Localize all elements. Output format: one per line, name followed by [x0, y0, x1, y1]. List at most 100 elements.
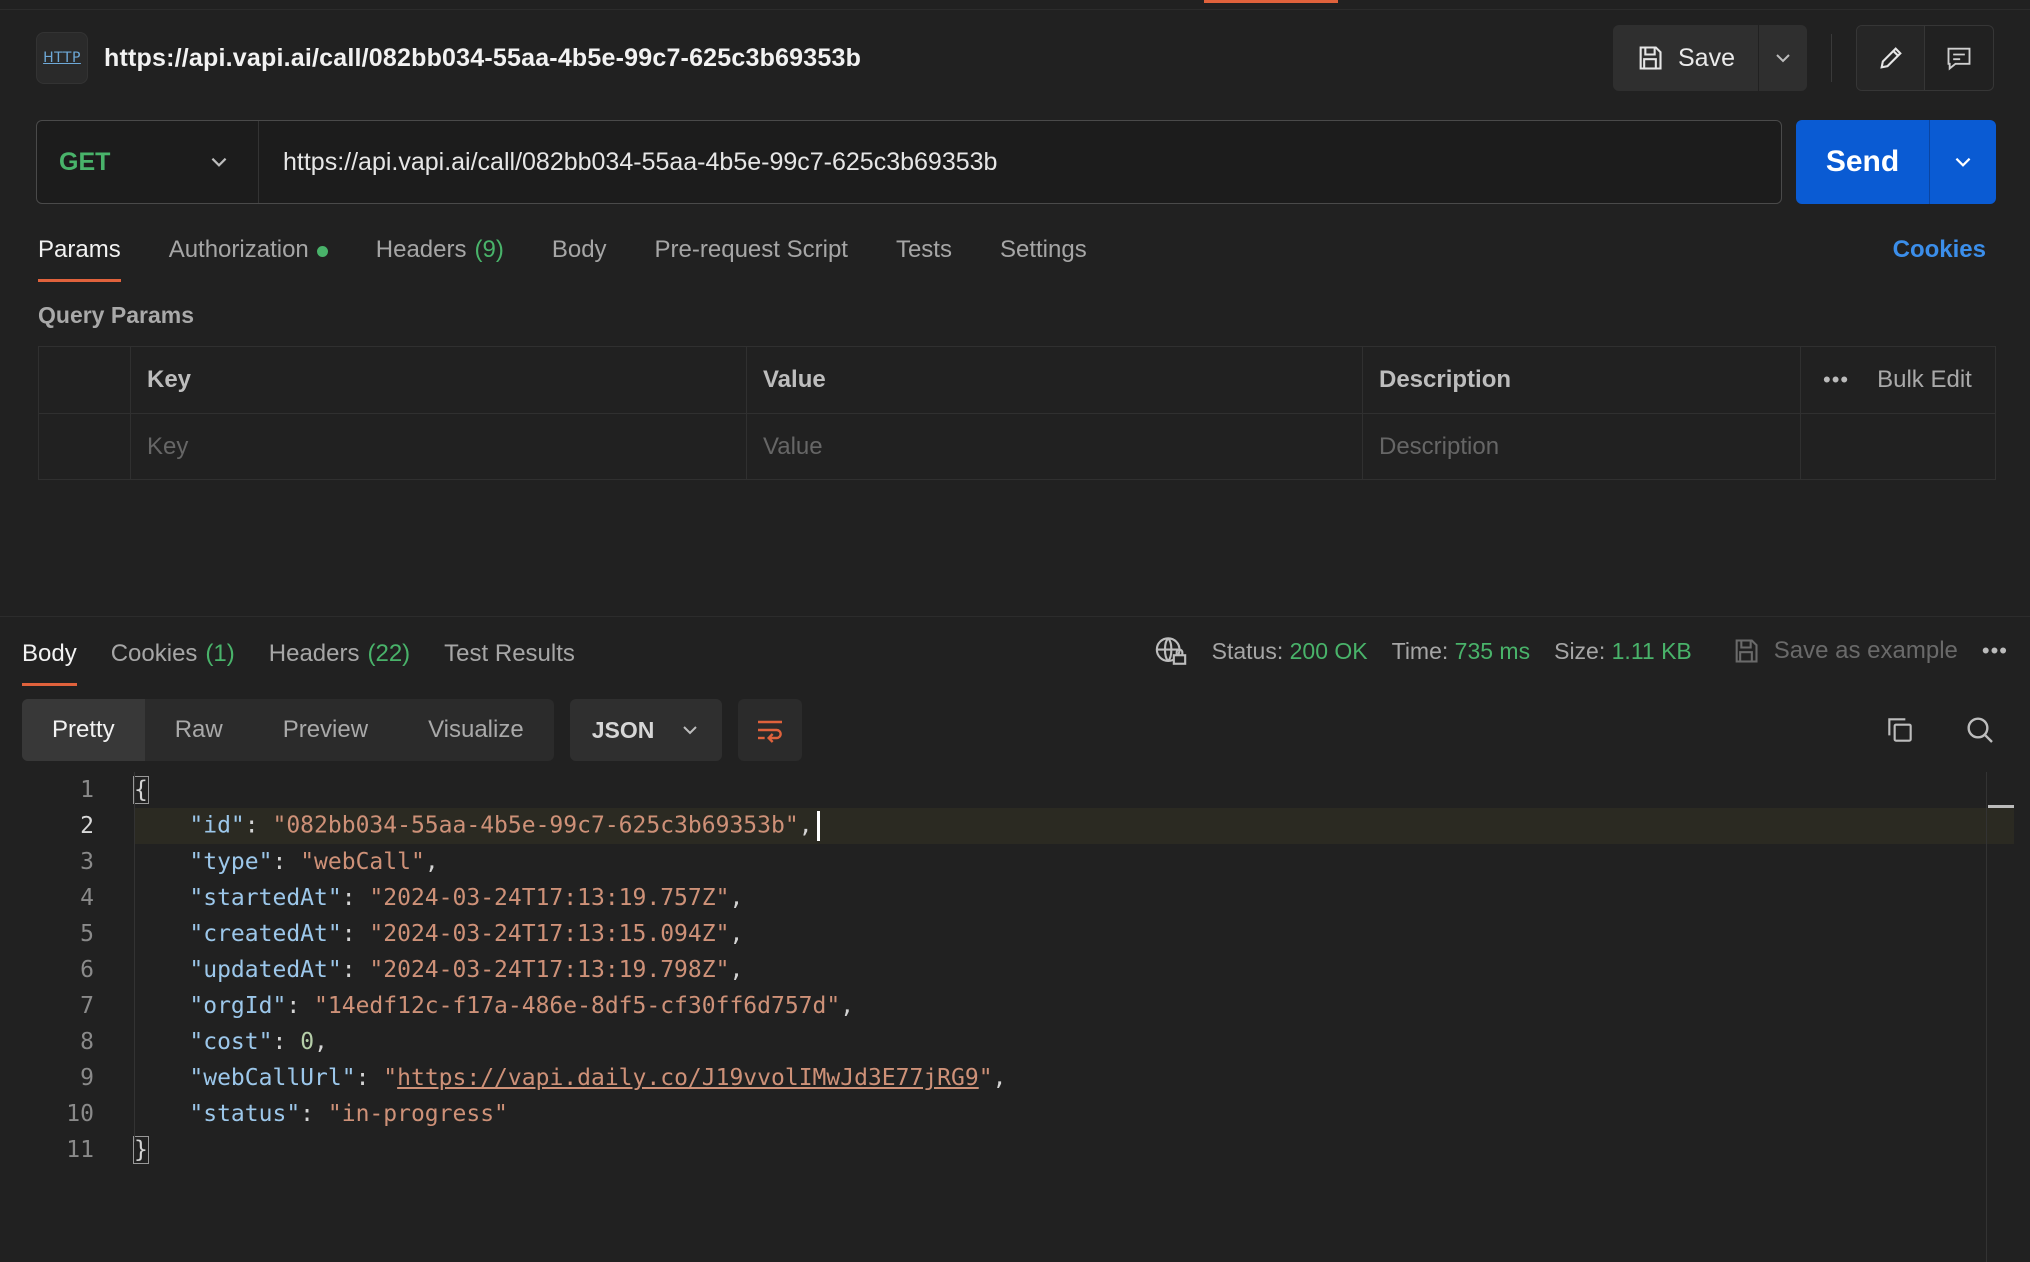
status-value: 200 OK [1289, 637, 1368, 664]
save-as-example-button[interactable]: Save as example [1732, 637, 1958, 665]
code-text: "status": "in-progress" [189, 1101, 508, 1127]
code-text: "startedAt": "2024-03-24T17:13:19.757Z", [189, 885, 744, 911]
time-readout[interactable]: Time: 735 ms [1392, 638, 1530, 665]
wrap-lines-button[interactable] [737, 699, 802, 761]
json-key: "cost" [189, 1029, 273, 1055]
globe-lock-icon[interactable] [1154, 634, 1188, 668]
line-number: 7 [80, 993, 94, 1019]
tab-label: Pre-request Script [654, 236, 848, 263]
request-header: HTTP https://api.vapi.ai/call/082bb034-5… [36, 25, 1994, 91]
status-readout[interactable]: Status: 200 OK [1212, 638, 1368, 665]
view-mode-segmented-control: Pretty Raw Preview Visualize [22, 699, 554, 761]
checkbox-column-header [39, 347, 131, 413]
tab-tests[interactable]: Tests [896, 226, 952, 282]
column-header-key: Key [131, 347, 747, 413]
code-text: "createdAt": "2024-03-24T17:13:15.094Z", [189, 921, 744, 947]
json-value: 0 [300, 1029, 315, 1055]
request-title[interactable]: https://api.vapi.ai/call/082bb034-55aa-4… [104, 44, 861, 73]
size-readout[interactable]: Size: 1.11 KB [1554, 638, 1692, 665]
fold-guide [134, 772, 135, 1142]
divider[interactable] [0, 616, 2030, 617]
wrap-lines-icon [757, 720, 782, 743]
format-select[interactable]: JSON [569, 699, 722, 761]
json-key: "startedAt" [189, 885, 342, 911]
view-mode-raw[interactable]: Raw [145, 699, 253, 761]
save-options-button[interactable] [1759, 25, 1807, 91]
tab-authorization[interactable]: Authorization [169, 226, 328, 282]
tab-response-cookies[interactable]: Cookies (1) [111, 630, 235, 686]
web-call-url-link[interactable]: https://vapi.daily.co/J19vvolIMwJd3E77jR… [397, 1065, 979, 1091]
method-select[interactable]: GET [37, 121, 259, 203]
response-body-editor[interactable]: 1 { 2 "id": "082bb034-55aa-4b5e-99c7-625… [0, 772, 2030, 1262]
column-header-description: Description [1363, 347, 1801, 413]
time-label: Time: [1391, 637, 1449, 664]
line-number: 8 [80, 1029, 94, 1055]
tab-label: Params [38, 236, 121, 263]
description-input[interactable]: Description [1363, 414, 1801, 479]
copy-icon[interactable] [1884, 714, 1916, 746]
send-options-button[interactable] [1930, 120, 1996, 204]
code-line: 9 "webCallUrl": "https://vapi.daily.co/J… [0, 1060, 2014, 1096]
floppy-disk-icon [1639, 46, 1662, 70]
save-button[interactable]: Save [1613, 25, 1759, 91]
tab-label: Authorization [168, 236, 309, 263]
tab-settings[interactable]: Settings [1000, 226, 1087, 282]
tab-label: Headers [375, 236, 467, 263]
edit-button[interactable] [1857, 26, 1925, 90]
more-options-icon[interactable]: ••• [1982, 638, 2008, 664]
response-meta: Status: 200 OK Time: 735 ms Size: 1.11 K… [1154, 630, 2008, 668]
json-key: "updatedAt" [189, 957, 342, 983]
editor-scrollbar-track[interactable] [1986, 772, 1987, 1262]
open-brace: { [133, 776, 149, 804]
divider [1831, 34, 1832, 82]
code-text: } [133, 1136, 149, 1164]
tab-label: Headers [268, 640, 360, 667]
json-key: "webCallUrl" [189, 1065, 356, 1091]
send-button-group: Send [1796, 120, 1996, 204]
view-mode-pretty[interactable]: Pretty [22, 699, 145, 761]
code-line: 6 "updatedAt": "2024-03-24T17:13:19.798Z… [0, 952, 2014, 988]
tab-response-body[interactable]: Body [22, 630, 77, 686]
sidebar-toggle-group [1856, 25, 1994, 91]
view-mode-preview[interactable]: Preview [253, 699, 398, 761]
json-key: "createdAt" [189, 921, 342, 947]
value-input[interactable]: Value [747, 414, 1363, 479]
chevron-down-icon [1776, 54, 1790, 63]
tab-label: Body [22, 640, 77, 667]
tab-response-headers[interactable]: Headers (22) [269, 630, 410, 686]
send-button[interactable]: Send [1796, 120, 1930, 204]
code-text: "type": "webCall", [189, 849, 439, 875]
more-options-icon[interactable]: ••• [1823, 367, 1849, 393]
status-dot [316, 246, 328, 257]
tab-body[interactable]: Body [552, 226, 607, 282]
tab-label: Body [551, 236, 607, 263]
line-number: 1 [80, 777, 94, 803]
line-number: 9 [80, 1065, 94, 1091]
bulk-edit-button[interactable]: Bulk Edit [1877, 366, 1972, 394]
tab-label: Cookies [110, 640, 198, 667]
json-value: "2024-03-24T17:13:15.094Z" [369, 921, 730, 947]
save-label: Save [1678, 43, 1735, 72]
code-line: 3 "type": "webCall", [0, 844, 2014, 880]
json-value: "in-progress" [327, 1101, 508, 1127]
tab-params[interactable]: Params [38, 226, 121, 282]
url-bar: GET https://api.vapi.ai/call/082bb034-55… [36, 120, 1996, 204]
tab-headers[interactable]: Headers (9) [376, 226, 504, 282]
json-value: "2024-03-24T17:13:19.798Z" [369, 957, 730, 983]
key-input[interactable]: Key [131, 414, 747, 479]
comments-button[interactable] [1925, 26, 1993, 90]
cookies-count: (1) [205, 640, 235, 667]
cookies-link[interactable]: Cookies [1893, 226, 1986, 264]
query-params-table: Key Value Description ••• Bulk Edit Key … [38, 346, 1996, 480]
http-request-icon: HTTP [36, 32, 88, 84]
active-tab-indicator [1204, 0, 1338, 3]
headers-count: (22) [367, 640, 411, 667]
json-value: "082bb034-55aa-4b5e-99c7-625c3b69353b" [272, 812, 799, 839]
url-input[interactable]: https://api.vapi.ai/call/082bb034-55aa-4… [259, 121, 1781, 203]
line-number: 2 [80, 813, 94, 839]
view-mode-visualize[interactable]: Visualize [398, 699, 554, 761]
search-icon[interactable] [1964, 714, 1996, 746]
json-value: "2024-03-24T17:13:19.757Z" [369, 885, 730, 911]
tab-test-results[interactable]: Test Results [444, 630, 575, 686]
tab-pre-request-script[interactable]: Pre-request Script [655, 226, 848, 282]
